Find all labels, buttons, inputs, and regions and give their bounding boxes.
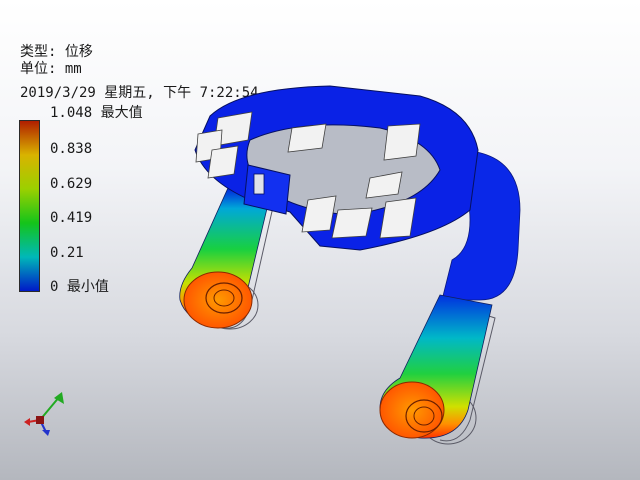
legend-label: 0.21 — [50, 245, 84, 261]
legend-label: 0.629 — [50, 176, 93, 192]
legend-label: 0.419 — [50, 210, 93, 226]
legend-label-min: 0 最小值 — [50, 279, 109, 295]
fea-model-view[interactable] — [0, 0, 640, 480]
coordinate-triad-icon[interactable] — [18, 388, 78, 438]
legend-label-max: 1.048 最大值 — [50, 105, 143, 121]
legend-color-bar — [19, 120, 40, 292]
legend-label: 0.838 — [50, 141, 93, 157]
